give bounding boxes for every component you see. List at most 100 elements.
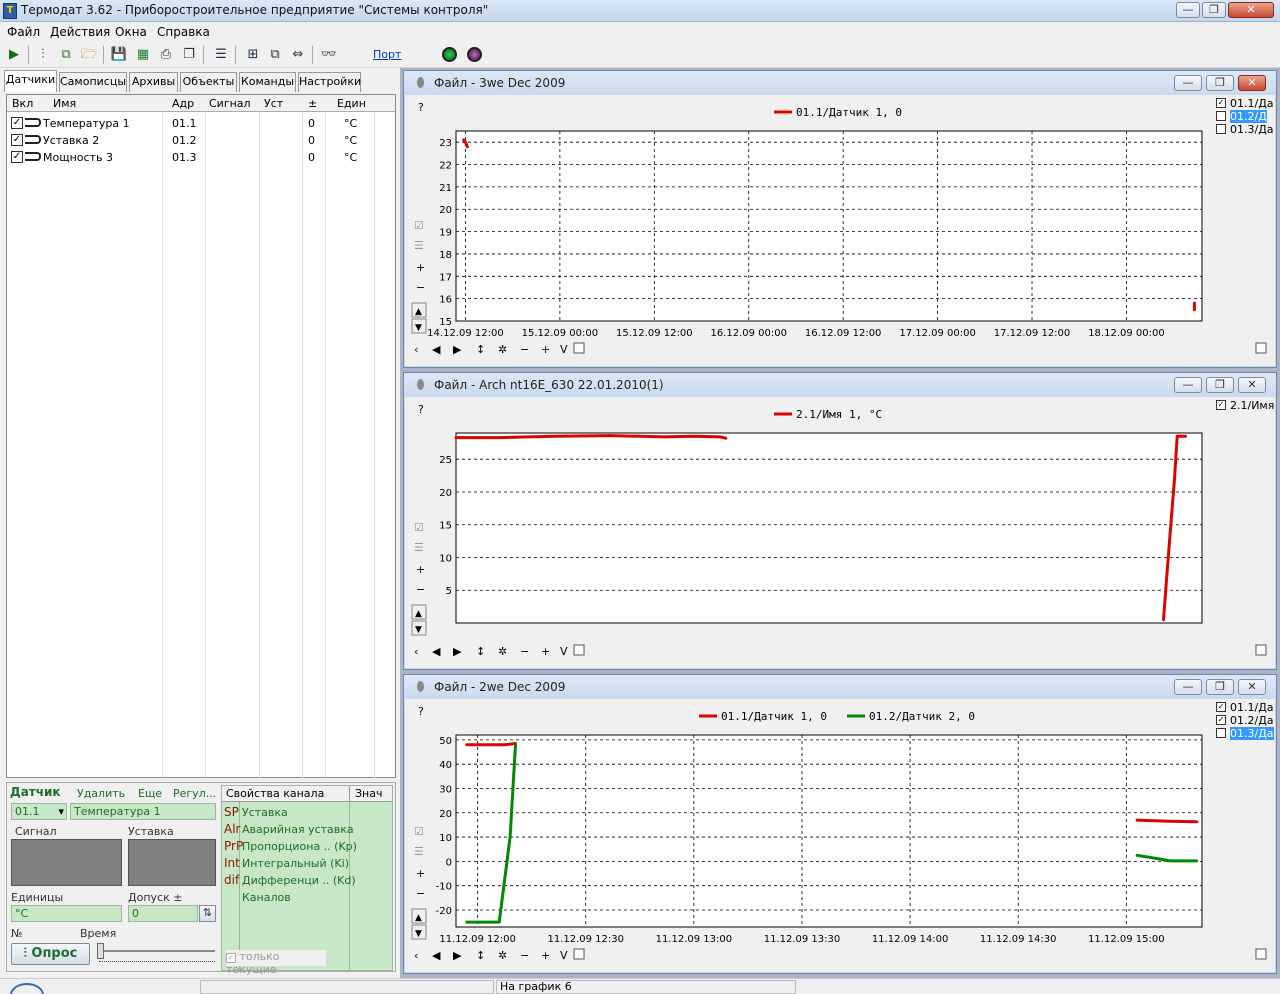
corner-checkbox[interactable] [1255,644,1267,656]
minimize-button[interactable]: — [1174,75,1202,91]
cascade-windows-icon[interactable]: ⧉ [266,46,284,64]
close-button[interactable]: ✕ [1228,2,1274,18]
minimize-button[interactable]: — [1176,2,1200,18]
check-icon[interactable]: ☑ [414,219,424,232]
menu-help[interactable]: Справка [157,25,210,39]
page-right-icon[interactable]: ▶ [453,343,462,356]
plot-window-2[interactable]: Файл - Arch nt16E_630 22.01.2010(1) — ❐ … [403,372,1277,670]
open-folder-icon[interactable]: 🗁 [80,46,98,64]
close-button[interactable]: ✕ [1238,679,1266,695]
zoom-in-y-icon[interactable]: + [416,261,425,274]
tab-archives[interactable]: Архивы [129,72,178,92]
series-line[interactable] [465,742,517,747]
tab-sensor[interactable]: Датчик [10,785,61,799]
zoom-in-x-icon[interactable]: + [541,343,550,356]
chart-2[interactable]: 51015202522.01.10 14:2522.01.10 14:3022.… [404,399,1274,667]
plot-window-titlebar[interactable]: Файл - 2we Dec 2009 — ❐ ✕ [404,675,1276,699]
menu-file[interactable]: Файл [7,25,40,39]
page-left-icon[interactable]: ◀ [432,949,441,962]
units-input[interactable]: °C [11,905,122,922]
close-button[interactable]: ✕ [1238,75,1266,91]
prop-differential[interactable]: Дифференци .. (Kd) [242,874,356,887]
restore-button[interactable]: ❐ [1206,75,1234,91]
window-list-icon[interactable]: ☰ [212,46,230,64]
row-checkbox[interactable]: ✓ [11,134,23,146]
check-icon[interactable]: ☑ [414,825,424,838]
tab-sensors[interactable]: Датчики [4,70,57,92]
restore-button[interactable]: ❐ [1202,2,1226,18]
col-setpoint[interactable]: Уст [264,97,283,110]
tab-recorders[interactable]: Самописцы [59,72,127,92]
col-name[interactable]: Имя [53,97,76,110]
page-left-icon[interactable]: ◀ [432,645,441,658]
table-row[interactable]: ✓ Уставка 2 01.2 0 °C [7,132,395,149]
binoculars-icon[interactable]: 👓 [320,46,338,64]
lines-icon[interactable]: ☰ [414,239,424,252]
page-right-icon[interactable]: ▶ [453,645,462,658]
zoom-out-x-icon[interactable]: − [520,343,529,356]
autoscale-icon[interactable]: ↕ [476,949,485,962]
new-window-icon[interactable]: ⧉ [57,46,75,64]
zoom-out-x-icon[interactable]: − [520,949,529,962]
channel-item[interactable]: 01.3/Да [1216,727,1274,740]
lines-icon[interactable]: ☰ [414,845,424,858]
minimize-button[interactable]: — [1174,377,1202,393]
connect-indicator-icon[interactable] [442,47,457,62]
channel-checkbox[interactable]: ✓ [1216,702,1226,712]
page-right-icon[interactable]: ▶ [453,949,462,962]
col-unit[interactable]: Един [337,97,366,110]
prop-integral[interactable]: Интегральный (Ki) [242,857,349,870]
nav-checkbox[interactable] [573,342,585,354]
restore-button[interactable]: ❐ [1206,377,1234,393]
copy-icon[interactable]: ❐ [180,46,198,64]
scroll-left-icon[interactable]: ‹ [414,949,418,962]
fit-width-icon[interactable]: ⇔ [289,46,307,64]
v-icon[interactable]: V [560,343,568,356]
chart-3[interactable]: -20 -10 0 10 20 30 40 50 11.12.09 12:00 11.12.09 … [404,701,1274,971]
regulator-button[interactable]: Регул... [173,787,216,800]
zoom-out-y-icon[interactable]: − [416,281,425,294]
col-on[interactable]: Вкл [12,97,33,110]
page-left-icon[interactable]: ◀ [432,343,441,356]
menu-windows[interactable]: Окна [115,25,147,39]
tolerance-input[interactable]: 0 [128,905,198,922]
scroll-left-icon[interactable]: ‹ [414,645,418,658]
fit-icon[interactable]: ✲ [498,343,507,356]
scroll-left-icon[interactable]: ‹ [414,343,418,356]
zoom-out-y-icon[interactable]: − [416,583,425,596]
channel-checkbox[interactable]: ✓ [1216,98,1226,108]
channel-checkbox[interactable] [1216,728,1226,738]
save-icon[interactable]: 💾 [110,46,128,64]
plot-area[interactable] [455,130,1203,322]
play-icon[interactable]: ▶ [5,46,23,64]
col-addr[interactable]: Адр [172,97,194,110]
sensor-name-input[interactable]: Температура 1 [70,803,216,820]
app-icon[interactable]: T [3,3,17,19]
tab-commands[interactable]: Команды [239,72,296,92]
prop-channels[interactable]: Каналов [242,891,291,904]
autoscale-icon[interactable]: ↕ [476,645,485,658]
nav-checkbox[interactable] [573,948,585,960]
channel-checkbox[interactable] [1216,111,1226,121]
autoscale-icon[interactable]: ↕ [476,343,485,356]
menu-actions[interactable]: Действия [50,25,110,39]
minimize-button[interactable]: — [1174,679,1202,695]
fit-icon[interactable]: ✲ [498,949,507,962]
zoom-in-x-icon[interactable]: + [541,949,550,962]
plot-window-titlebar[interactable]: Файл - Arch nt16E_630 22.01.2010(1) — ❐ … [404,373,1276,397]
delete-button[interactable]: Удалить [77,787,125,800]
poll-button[interactable]: ⫶ Опрос [11,943,90,965]
zoom-out-x-icon[interactable]: − [520,645,529,658]
disconnect-indicator-icon[interactable] [467,47,482,62]
table-row[interactable]: ✓ Мощность 3 01.3 0 °C [7,149,395,166]
tab-objects[interactable]: Объекты [180,72,237,92]
prop-setpoint[interactable]: Уставка [242,806,288,819]
v-icon[interactable]: V [560,645,568,658]
tile-windows-icon[interactable]: ⊞ [244,46,262,64]
time-slider-track[interactable] [99,950,215,952]
channel-item[interactable]: 01.2/Д [1216,110,1274,123]
col-signal[interactable]: Сигнал [209,97,251,110]
help-icon[interactable]: ? [418,705,424,718]
corner-checkbox[interactable] [1255,948,1267,960]
fit-icon[interactable]: ✲ [498,645,507,658]
